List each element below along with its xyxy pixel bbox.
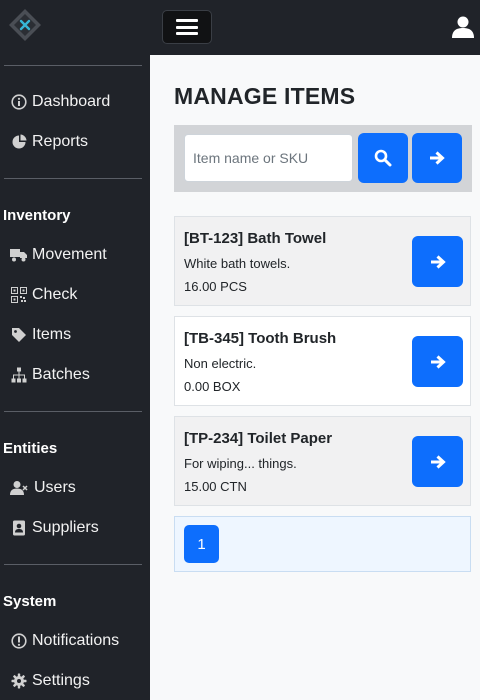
page-button-1[interactable]: 1	[184, 525, 219, 563]
item-description: Non electric.	[184, 356, 257, 371]
arrow-right-icon	[430, 354, 446, 369]
hamburger-icon	[176, 19, 198, 35]
arrow-right-icon	[430, 454, 446, 469]
user-profile-icon[interactable]	[451, 15, 475, 39]
sidebar-divider	[4, 65, 142, 66]
section-title-entities: Entities	[3, 440, 58, 457]
sitemap-icon	[10, 367, 27, 384]
open-item-button[interactable]	[412, 236, 463, 287]
sidebar-item-label: Reports	[32, 133, 89, 150]
gear-icon	[10, 673, 27, 690]
sidebar-item-users[interactable]: Users	[10, 475, 76, 501]
sidebar-item-label: Notifications	[32, 632, 120, 649]
sidebar-item-movement[interactable]: Movement	[10, 242, 107, 268]
tag-icon	[10, 327, 27, 344]
sidebar-item-label: Users	[34, 479, 76, 496]
sidebar-divider	[4, 411, 142, 412]
hamburger-menu-button[interactable]	[162, 10, 212, 44]
item-quantity: 0.00 BOX	[184, 379, 241, 394]
item-title: [TB-345] Tooth Brush	[184, 330, 337, 347]
exclamation-circle-icon	[10, 633, 27, 650]
sidebar-item-label: Settings	[32, 672, 90, 689]
top-bar	[0, 0, 480, 55]
search-button[interactable]	[358, 133, 408, 183]
sidebar-divider	[4, 564, 142, 565]
sidebar-item-batches[interactable]: Batches	[10, 362, 90, 388]
truck-icon	[10, 247, 27, 264]
sidebar-item-notifications[interactable]: Notifications	[10, 628, 119, 654]
sidebar-item-label: Batches	[32, 366, 90, 383]
sidebar-item-items[interactable]: Items	[10, 322, 71, 348]
sidebar-item-reports[interactable]: Reports	[10, 129, 88, 155]
search-input[interactable]	[184, 134, 353, 182]
search-icon	[374, 149, 392, 167]
item-title: [TP-234] Toilet Paper	[184, 430, 333, 447]
sidebar-item-label: Dashboard	[32, 93, 111, 110]
sidebar-divider	[4, 178, 142, 179]
sidebar-item-label: Suppliers	[32, 519, 99, 536]
item-quantity: 16.00 PCS	[184, 279, 247, 294]
sidebar-item-label: Movement	[32, 246, 107, 263]
sidebar-item-label: Items	[32, 326, 72, 343]
section-title-system: System	[3, 593, 57, 610]
go-button[interactable]	[412, 133, 462, 183]
item-card: [TB-345] Tooth Brush Non electric. 0.00 …	[174, 316, 471, 406]
arrow-right-icon	[430, 151, 445, 165]
sidebar-item-settings[interactable]: Settings	[10, 668, 90, 694]
open-item-button[interactable]	[412, 336, 463, 387]
search-bar	[174, 125, 472, 192]
pagination: 1	[174, 516, 471, 572]
contact-book-icon	[10, 520, 27, 537]
pie-chart-icon	[10, 134, 27, 151]
users-icon	[10, 480, 29, 497]
sidebar: Dashboard Reports Inventory Movement Che…	[0, 55, 150, 700]
sidebar-item-suppliers[interactable]: Suppliers	[10, 515, 99, 541]
info-circle-icon	[10, 94, 27, 111]
sidebar-item-dashboard[interactable]: Dashboard	[10, 89, 110, 115]
sidebar-item-label: Check	[32, 286, 78, 303]
section-title-inventory: Inventory	[3, 207, 71, 224]
sidebar-item-check[interactable]: Check	[10, 282, 77, 308]
arrow-right-icon	[430, 254, 446, 269]
item-description: For wiping... things.	[184, 456, 297, 471]
item-card: [BT-123] Bath Towel White bath towels. 1…	[174, 216, 471, 306]
page-title: MANAGE ITEMS	[174, 83, 356, 109]
open-item-button[interactable]	[412, 436, 463, 487]
app-logo-icon[interactable]	[8, 8, 42, 42]
item-card: [TP-234] Toilet Paper For wiping... thin…	[174, 416, 471, 506]
item-title: [BT-123] Bath Towel	[184, 230, 327, 247]
item-description: White bath towels.	[184, 256, 291, 271]
main-content: MANAGE ITEMS [BT-123] Bath Towel White b…	[150, 55, 480, 700]
item-quantity: 15.00 CTN	[184, 479, 247, 494]
qr-code-icon	[10, 287, 27, 304]
